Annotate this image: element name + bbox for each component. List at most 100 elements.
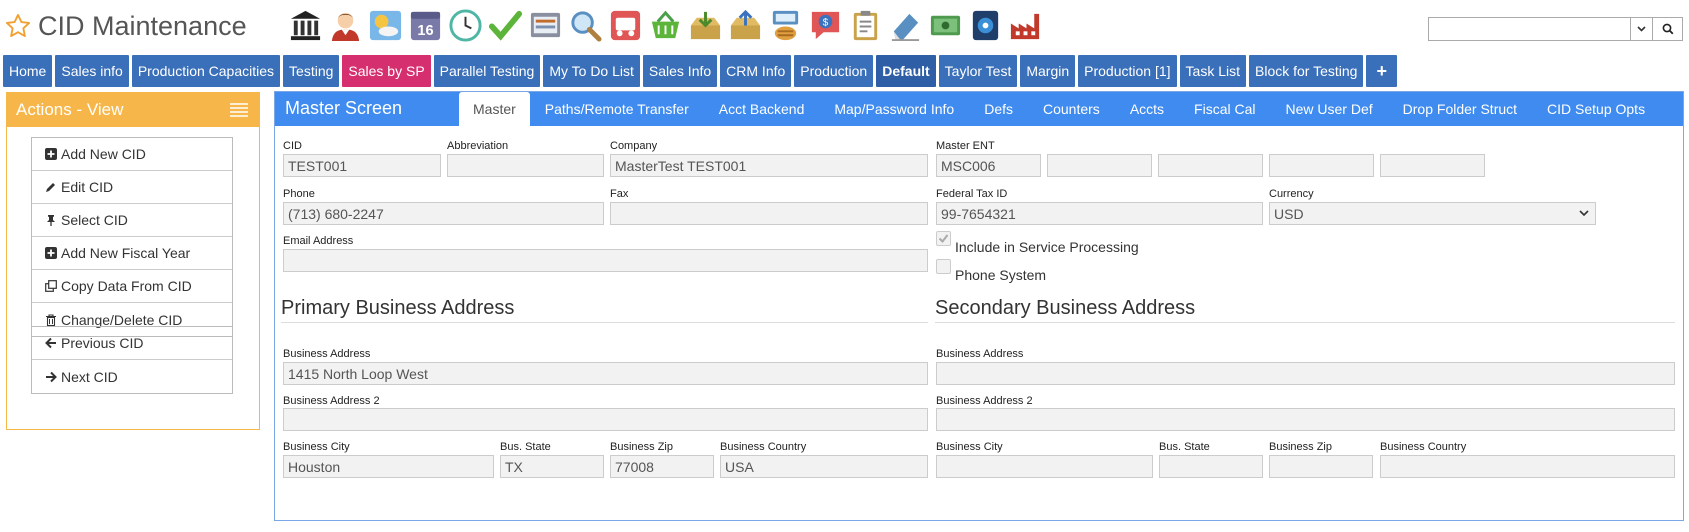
master-ent-field-4[interactable]	[1269, 154, 1374, 177]
inbox-download-icon[interactable]	[688, 8, 723, 43]
nav-tab-sales-by-sp[interactable]: Sales by SP	[342, 55, 431, 87]
nav-tab-taylor-test[interactable]: Taylor Test	[938, 55, 1018, 87]
nav-tab-margin[interactable]: Margin	[1020, 55, 1076, 87]
nav-tab-production[interactable]: Production	[794, 55, 874, 87]
primary-address2-label: Business Address 2	[283, 395, 380, 407]
primary-country-field[interactable]: USA	[720, 455, 928, 478]
phone-system-label: Phone System	[955, 267, 1047, 283]
nav-tab-production-capacities[interactable]: Production Capacities	[131, 55, 281, 87]
inbox-upload-icon[interactable]	[728, 8, 763, 43]
phone-system-checkbox[interactable]	[936, 259, 951, 274]
federal-tax-id-field[interactable]: 99-7654321	[936, 202, 1263, 225]
currency-label: Currency	[1269, 188, 1314, 200]
magnifier-icon[interactable]	[568, 8, 603, 43]
primary-zip-label: Business Zip	[610, 441, 673, 453]
cash-icon[interactable]	[928, 8, 963, 43]
secondary-state-label: Bus. State	[1159, 441, 1210, 453]
secondary-address-field[interactable]	[936, 362, 1675, 385]
add-new-fiscal-year-button[interactable]: Add New Fiscal Year	[32, 237, 232, 270]
master-ent-field-3[interactable]	[1158, 154, 1263, 177]
nav-tab-my-to-do-list[interactable]: My To Do List	[543, 55, 640, 87]
clipboard-icon[interactable]	[848, 8, 883, 43]
select-cid-button[interactable]: Select CID	[32, 204, 232, 237]
nav-tab-home[interactable]: Home	[3, 55, 53, 87]
search-input[interactable]	[1429, 18, 1630, 40]
include-service-label: Include in Service Processing	[955, 239, 1139, 255]
calendar-icon[interactable]: 16	[408, 8, 443, 43]
tab-fiscal-cal[interactable]: Fiscal Cal	[1179, 92, 1270, 126]
tab-master[interactable]: Master	[459, 92, 530, 126]
secondary-city-field[interactable]	[936, 455, 1153, 478]
fax-field[interactable]	[610, 202, 928, 225]
tab-paths-remote-transfer[interactable]: Paths/Remote Transfer	[530, 92, 704, 126]
checkmark-icon[interactable]	[488, 8, 523, 43]
tab-counters[interactable]: Counters	[1028, 92, 1115, 126]
search-button[interactable]	[1652, 18, 1682, 40]
cid-field[interactable]: TEST001	[283, 154, 441, 177]
app-title: CID Maintenance	[4, 6, 247, 46]
master-ent-field-5[interactable]	[1380, 154, 1485, 177]
screen-icon[interactable]	[528, 8, 563, 43]
primary-address2-field[interactable]	[283, 408, 928, 431]
email-address-field[interactable]	[283, 249, 928, 272]
company-field[interactable]: MasterTest TEST001	[610, 154, 928, 177]
previous-cid-button[interactable]: Previous CID	[32, 327, 232, 360]
tab-accts[interactable]: Accts	[1115, 92, 1179, 126]
secondary-country-field[interactable]	[1380, 455, 1675, 478]
nav-tab-parallel-testing[interactable]: Parallel Testing	[433, 55, 541, 87]
tab-new-user-def[interactable]: New User Def	[1271, 92, 1388, 126]
actions-panel: Actions - View Add New CID Edit CID Sele…	[6, 92, 260, 430]
nav-tab-default[interactable]: Default	[876, 55, 936, 87]
edit-cid-button[interactable]: Edit CID	[32, 171, 232, 204]
star-icon[interactable]	[4, 12, 32, 40]
tab-map-password-info[interactable]: Map/Password Info	[819, 92, 969, 126]
primary-address-field[interactable]: 1415 North Loop West	[283, 362, 928, 385]
clock-icon[interactable]	[448, 8, 483, 43]
server-icon[interactable]	[768, 8, 803, 43]
money-bubble-icon[interactable]: $	[808, 8, 843, 43]
weather-icon[interactable]	[368, 8, 403, 43]
nav-tab-testing[interactable]: Testing	[283, 55, 340, 87]
master-ent-field-1[interactable]: MSC006	[936, 154, 1041, 177]
add-new-cid-button[interactable]: Add New CID	[32, 138, 232, 171]
secondary-city-label: Business City	[936, 441, 1003, 453]
primary-city-field[interactable]: Houston	[283, 455, 494, 478]
chevron-down-icon[interactable]	[1630, 18, 1652, 40]
menu-icon[interactable]	[230, 103, 248, 117]
nav-tab-sales-info-2[interactable]: Sales Info	[642, 55, 718, 87]
tab-acct-backend[interactable]: Acct Backend	[704, 92, 820, 126]
secondary-address2-field[interactable]	[936, 408, 1675, 431]
master-ent-field-2[interactable]	[1047, 154, 1152, 177]
svg-text:$: $	[823, 18, 829, 29]
bank-icon[interactable]	[288, 8, 323, 43]
abbreviation-field[interactable]	[447, 154, 604, 177]
nav-tab-sales-info[interactable]: Sales info	[55, 55, 129, 87]
primary-state-field[interactable]: TX	[500, 455, 604, 478]
factory-icon[interactable]	[1008, 8, 1043, 43]
device-icon[interactable]	[968, 8, 1003, 43]
next-cid-button[interactable]: Next CID	[32, 360, 232, 393]
user-icon[interactable]	[328, 8, 363, 43]
eraser-icon[interactable]	[888, 8, 923, 43]
secondary-state-field[interactable]	[1159, 455, 1263, 478]
currency-select[interactable]: USD	[1269, 202, 1596, 225]
trash-icon	[44, 313, 57, 326]
nav-tab-production-1[interactable]: Production [1]	[1078, 55, 1177, 87]
secondary-zip-field[interactable]	[1269, 455, 1373, 478]
arrow-left-icon	[44, 337, 57, 350]
primary-zip-field[interactable]: 77008	[610, 455, 714, 478]
tab-defs[interactable]: Defs	[969, 92, 1028, 126]
basket-icon[interactable]	[648, 8, 683, 43]
truck-icon[interactable]	[608, 8, 643, 43]
tab-cid-setup-opts[interactable]: CID Setup Opts	[1532, 92, 1660, 126]
nav-tab-block-for-testing[interactable]: Block for Testing	[1249, 55, 1364, 87]
secondary-address-label: Business Address	[936, 348, 1024, 360]
nav-tab-crm-info[interactable]: CRM Info	[720, 55, 792, 87]
add-tab-button[interactable]: +	[1366, 55, 1397, 87]
include-service-checkbox[interactable]	[936, 231, 951, 246]
phone-field[interactable]: (713) 680-2247	[283, 202, 604, 225]
copy-data-from-cid-button[interactable]: Copy Data From CID	[32, 270, 232, 303]
tab-drop-folder-struct[interactable]: Drop Folder Struct	[1388, 92, 1532, 126]
app-header: CID Maintenance 16 $	[0, 0, 1689, 52]
nav-tab-task-list[interactable]: Task List	[1179, 55, 1246, 87]
